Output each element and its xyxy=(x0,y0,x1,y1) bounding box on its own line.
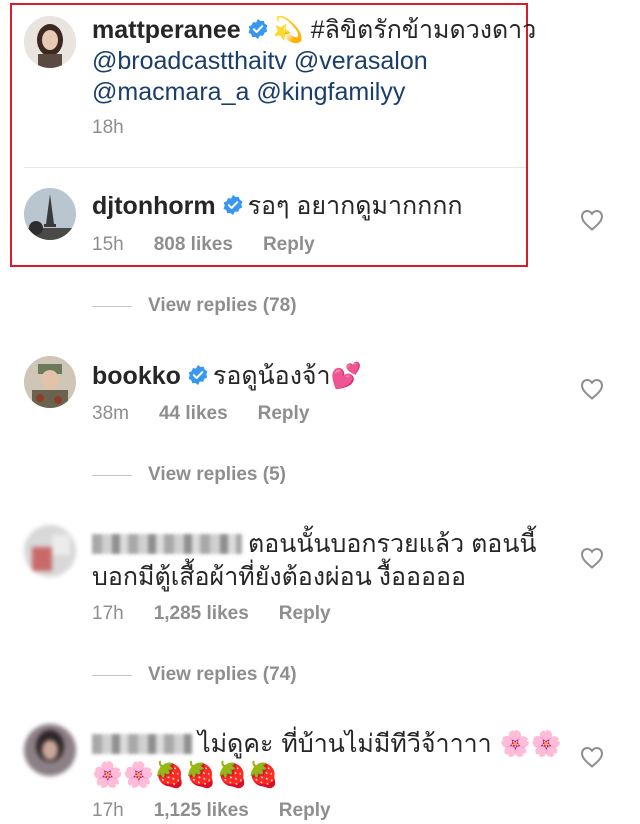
comment-1-meta: 15h 808 likes Reply xyxy=(92,234,315,256)
avatar-blurred[interactable] xyxy=(24,724,76,776)
comment-4-time: 17h xyxy=(92,800,124,821)
comment-1-text: djtonhorm รอๆ อยากดูมากกกก xyxy=(92,190,463,223)
comment-2-meta: 38m 44 likes Reply xyxy=(92,403,309,425)
avatar-blurred[interactable] xyxy=(24,525,76,577)
replies-line xyxy=(92,305,132,307)
comment-4-text-line-2: 🌸🌸🍓🍓🍓🍓 xyxy=(92,760,279,789)
heart-icon[interactable] xyxy=(580,209,604,231)
caption-line-1: mattperanee 💫 #ลิขิตรักข้ามดวงดาว xyxy=(92,14,536,47)
comment-3-text-line-2: บอกมีตู้เสื้อผ้าที่ยังต้องผ่อน งื้อออออ xyxy=(92,563,467,591)
username-bookko[interactable]: bookko xyxy=(92,362,181,390)
comment-3-text-line-1: ตอนนั้นบอกรวยแล้ว ตอนนี้ xyxy=(92,528,537,561)
view-replies-2-button[interactable]: View replies (5) xyxy=(92,464,286,486)
comment-4-likes[interactable]: 1,125 likes xyxy=(154,800,249,822)
heart-icon[interactable] xyxy=(580,746,604,768)
comment-1-likes[interactable]: 808 likes xyxy=(154,234,233,256)
comment-3-meta: 17h 1,285 likes Reply xyxy=(92,603,331,625)
view-replies-3-label: View replies (74) xyxy=(148,664,297,685)
comment-2-likes[interactable]: 44 likes xyxy=(159,403,228,425)
comment-4-text-line-1: ไม่ดูคะ ที่บ้านไม่มีทีวีจ้าาาา 🌸🌸 xyxy=(92,727,562,760)
comment-2-reply-button[interactable]: Reply xyxy=(258,403,310,425)
blurred-username[interactable] xyxy=(92,534,242,554)
avatar-djtonhorm[interactable] xyxy=(24,188,76,240)
username-djtonhorm[interactable]: djtonhorm xyxy=(92,192,216,220)
replies-line xyxy=(92,674,132,676)
comment-4-meta: 17h 1,125 likes Reply xyxy=(92,800,331,822)
view-replies-2-label: View replies (5) xyxy=(148,464,286,485)
avatar-mattperanee[interactable] xyxy=(24,16,76,68)
verified-badge-icon xyxy=(187,364,209,386)
view-replies-3-button[interactable]: View replies (74) xyxy=(92,664,297,686)
avatar-bookko[interactable] xyxy=(24,356,76,408)
verified-badge-icon xyxy=(247,18,269,40)
comment-3-body-1: ตอนนั้นบอกรวยแล้ว ตอนนี้ xyxy=(248,530,537,558)
caption-text: 💫 #ลิขิตรักข้ามดวงดาว xyxy=(272,16,537,44)
comment-2-body: รอดูน้องจ้า💕 xyxy=(212,361,362,390)
username-mattperanee[interactable]: mattperanee xyxy=(92,16,241,44)
caption-meta: 18h xyxy=(92,117,124,139)
heart-icon[interactable] xyxy=(580,547,604,569)
caption-time: 18h xyxy=(92,117,124,138)
comment-3-reply-button[interactable]: Reply xyxy=(279,603,331,625)
comment-1-body: รอๆ อยากดูมากกกก xyxy=(247,192,463,220)
blurred-username[interactable] xyxy=(92,734,192,754)
comment-4-body-1: ไม่ดูคะ ที่บ้านไม่มีทีวีจ้าาาา 🌸🌸 xyxy=(198,729,562,758)
verified-badge-icon xyxy=(222,194,244,216)
replies-line xyxy=(92,474,132,476)
comment-4-reply-button[interactable]: Reply xyxy=(279,800,331,822)
comment-3-time: 17h xyxy=(92,603,124,624)
caption-mentions-2[interactable]: @macmara_a @kingfamilyy xyxy=(92,76,405,109)
comment-2-text: bookko รอดูน้องจ้า💕 xyxy=(92,359,362,393)
comment-1-reply-button[interactable]: Reply xyxy=(263,234,315,256)
comment-1-time: 15h xyxy=(92,234,124,255)
comment-3-likes[interactable]: 1,285 likes xyxy=(154,603,249,625)
divider xyxy=(24,167,526,168)
view-replies-1-label: View replies (78) xyxy=(148,295,297,316)
caption-mentions-1[interactable]: @broadcastthaitv @verasalon xyxy=(92,45,428,78)
heart-icon[interactable] xyxy=(580,378,604,400)
view-replies-1-button[interactable]: View replies (78) xyxy=(92,295,297,317)
comment-2-time: 38m xyxy=(92,403,129,424)
